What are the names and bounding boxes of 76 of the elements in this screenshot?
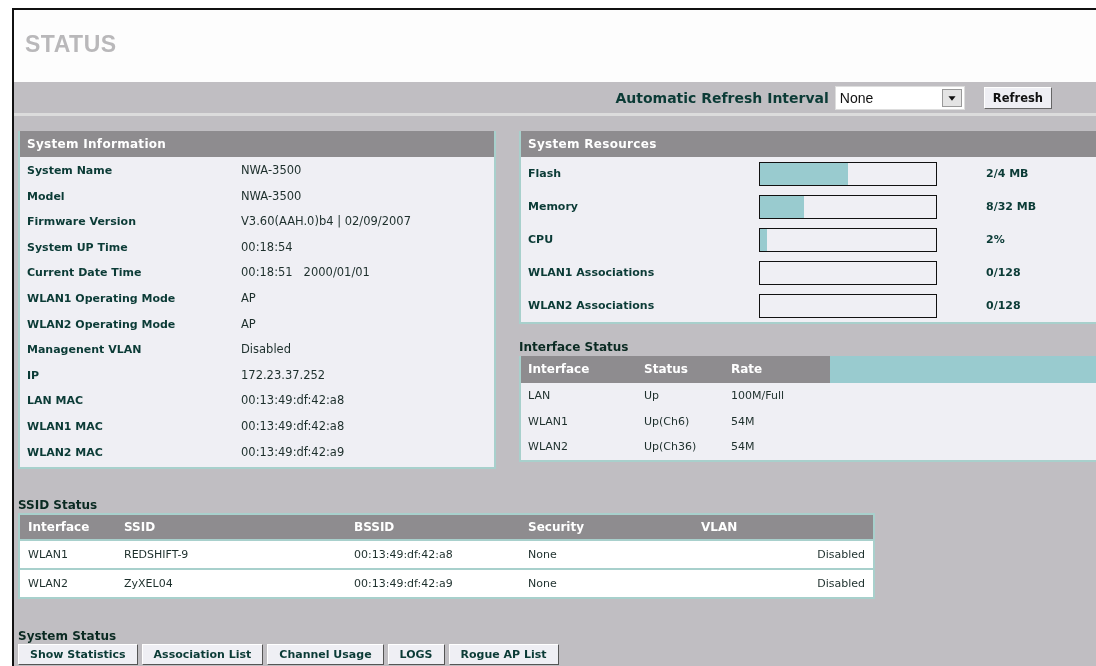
- field-label: WLAN1 MAC: [27, 418, 104, 435]
- column-header: SSID: [124, 520, 157, 535]
- table-cell-text: Disabled: [816, 577, 865, 591]
- column-header: Security: [528, 520, 586, 535]
- table-cell-text: 00:13:49:df:42:a8: [354, 548, 454, 562]
- field-label: Firmware Version: [27, 214, 137, 231]
- table-cell-text: None: [528, 548, 558, 562]
- field-label: Managenent VLAN: [27, 342, 143, 359]
- column-header: BSSID: [354, 520, 396, 535]
- field-value: 00:13:49:df:42:a9: [241, 443, 346, 461]
- column-header: Interface: [528, 361, 591, 378]
- section-title: System Status: [18, 629, 118, 644]
- table-cell-text: 100M/Full: [731, 389, 785, 403]
- table-cell-text: Disabled: [816, 548, 865, 562]
- field-value: Disabled: [241, 341, 292, 359]
- interval-select[interactable]: None: [834, 85, 965, 110]
- action-button[interactable]: Association List: [141, 644, 264, 666]
- field-value: NWA-3500: [241, 187, 303, 205]
- section-title: Interface Status: [519, 339, 630, 356]
- field-label: System UP Time: [27, 239, 129, 256]
- field-value: 00:18:54: [241, 238, 294, 256]
- field-label: WLAN2 MAC: [27, 444, 104, 461]
- resource-reading: 8/32 MB: [985, 200, 1038, 213]
- caret-icon: [941, 88, 962, 107]
- column-header: VLAN: [700, 520, 739, 535]
- field-value: AP: [241, 289, 257, 307]
- column-header: Interface: [28, 520, 91, 535]
- table-cell-text: WLAN1: [28, 548, 69, 562]
- table-cell-text: REDSHIFT-9: [124, 548, 190, 562]
- column-header: Status: [644, 361, 689, 378]
- field-value: 00:13:49:df:42:a8: [241, 417, 346, 435]
- section-title: SSID Status: [18, 497, 99, 514]
- resource-reading: 0/128: [985, 266, 1022, 279]
- column-header: Rate: [731, 361, 764, 378]
- resource-reading: 0/128: [985, 299, 1022, 312]
- field-value: V3.60(AAH.0)b4 | 02/09/2007: [241, 213, 412, 231]
- resource-label: WLAN1 Associations: [528, 266, 656, 279]
- action-button[interactable]: Rogue AP List: [448, 644, 559, 666]
- field-label: System Name: [27, 163, 114, 179]
- resource-reading: 2/4 MB: [985, 167, 1030, 180]
- field-label: Current Date Time: [27, 265, 143, 282]
- field-value: 00:18:51 2000/01/01: [241, 264, 371, 282]
- table-cell-text: 00:13:49:df:42:a9: [354, 577, 454, 591]
- action-button[interactable]: Show Statistics: [18, 644, 138, 666]
- table-cell-text: Up: [644, 389, 661, 403]
- refresh-button[interactable]: Refresh: [983, 86, 1052, 109]
- field-label: WLAN1 Operating Mode: [27, 290, 177, 307]
- field-label: IP: [27, 367, 41, 384]
- resource-label: CPU: [528, 233, 555, 246]
- table-cell-text: None: [528, 577, 558, 591]
- table-cell-text: ZyXEL04: [124, 577, 174, 591]
- table-cell-text: WLAN2: [528, 440, 569, 454]
- resource-label: Memory: [528, 200, 580, 213]
- field-value: 00:13:49:df:42:a8: [241, 392, 346, 410]
- action-button[interactable]: LOGS: [387, 644, 445, 666]
- refresh-label: Automatic Refresh Interval: [615, 89, 829, 106]
- table-cell-text: 54M: [731, 440, 756, 454]
- panel-title: System Information: [20, 131, 494, 157]
- field-value: NWA-3500: [241, 162, 303, 179]
- panel-title: System Resources: [521, 131, 1096, 157]
- field-label: WLAN2 Operating Mode: [27, 316, 177, 333]
- field-value: 172.23.37.252: [241, 366, 327, 384]
- resource-label: WLAN2 Associations: [528, 299, 656, 312]
- page-title: STATUS: [25, 31, 117, 58]
- resource-label: Flash: [528, 167, 563, 180]
- field-label: Model: [27, 188, 66, 205]
- table-cell-text: WLAN1: [528, 414, 569, 428]
- table-cell-text: 54M: [731, 414, 756, 428]
- action-button[interactable]: Channel Usage: [267, 644, 384, 666]
- table-cell-text: Up(Ch36): [644, 440, 698, 454]
- field-value: AP: [241, 315, 257, 333]
- field-label: LAN MAC: [27, 393, 85, 410]
- table-cell-text: WLAN2: [28, 577, 69, 591]
- resource-reading: 2%: [985, 233, 1006, 246]
- table-cell-text: Up(Ch6): [644, 414, 691, 428]
- table-cell-text: LAN: [528, 389, 552, 403]
